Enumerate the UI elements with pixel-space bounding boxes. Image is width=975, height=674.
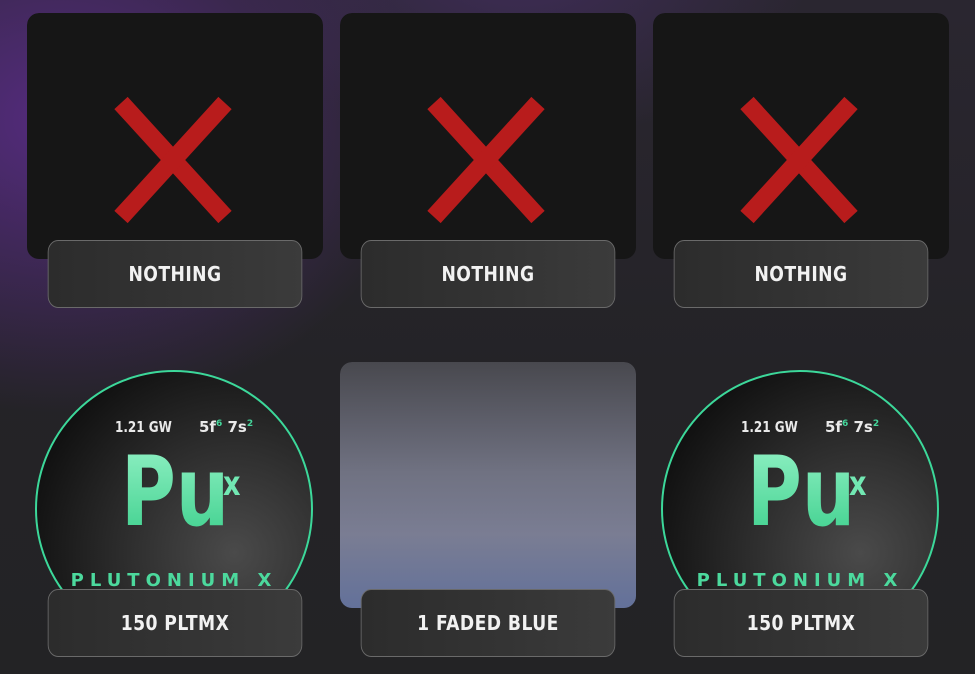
coin-symbol: Pu (121, 436, 230, 548)
reward-art (653, 13, 949, 259)
reward-art (340, 13, 636, 259)
coin-power: 1.21 GW (115, 418, 172, 436)
reward-card-2[interactable]: NOTHING (340, 13, 636, 308)
coin-name: PLUTONIUM X (70, 570, 278, 591)
x-mark-icon (740, 96, 858, 224)
coin-name: PLUTONIUM X (696, 570, 904, 591)
reward-card-3[interactable]: NOTHING (653, 13, 949, 308)
coin-symbol-suffix: x (223, 464, 241, 504)
reward-art (27, 13, 323, 259)
coin-power: 1.21 GW (741, 418, 798, 436)
coin-symbol-suffix: x (849, 464, 867, 504)
x-mark-icon (114, 96, 232, 224)
reward-label: NOTHING (47, 240, 303, 308)
coin-electron-config: 5f6 7s2 (825, 418, 880, 436)
faded-blue-swatch (340, 362, 636, 608)
reward-label: 150 PLTMX (673, 589, 929, 657)
reward-label: NOTHING (673, 240, 929, 308)
x-mark-icon (427, 96, 545, 224)
reward-card-6[interactable]: 1.21 GW 5f6 7s2 Pu x PLUTONIUM X 150 PLT… (653, 362, 949, 657)
coin-electron-config: 5f6 7s2 (199, 418, 254, 436)
reward-label: NOTHING (360, 240, 616, 308)
reward-label: 1 FADED BLUE (360, 589, 616, 657)
reward-label: 150 PLTMX (47, 589, 303, 657)
coin-symbol: Pu (747, 436, 856, 548)
reward-card-4[interactable]: 1.21 GW 5f6 7s2 Pu x PLUTONIUM X 150 PLT… (27, 362, 323, 657)
reward-card-5[interactable]: 1 FADED BLUE (340, 362, 636, 657)
reward-card-1[interactable]: NOTHING (27, 13, 323, 308)
